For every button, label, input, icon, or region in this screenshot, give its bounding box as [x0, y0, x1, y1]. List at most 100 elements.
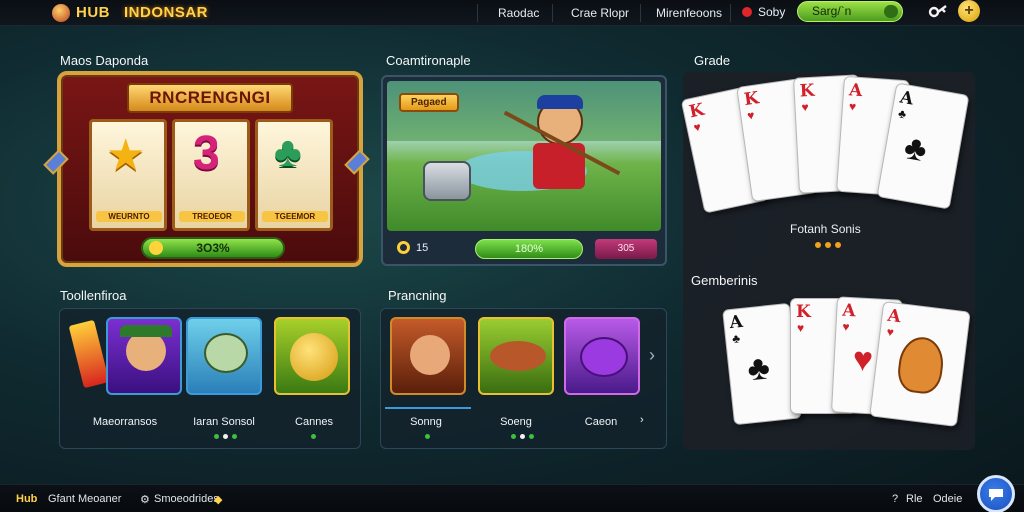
card-suit-icon: ♥ — [746, 107, 756, 123]
adventure-scene-image: Pagaed — [387, 81, 661, 231]
tournaments-panel-title: Toollenfiroa — [60, 288, 127, 303]
chat-support-button[interactable] — [977, 475, 1015, 512]
card-suit-icon: ♥ — [885, 324, 895, 340]
character-cap — [537, 95, 583, 109]
nav-link-mirenfeoons[interactable]: Mirenfeoons — [656, 6, 722, 20]
cards-top-label: Fotanh Sonis — [790, 222, 861, 236]
settings-icon[interactable]: ⚙ — [140, 493, 150, 506]
nav-divider — [477, 4, 478, 22]
creature-icon — [490, 341, 546, 371]
chevron-right-icon[interactable]: › — [649, 345, 655, 366]
star-symbol-icon: ★ — [106, 131, 146, 180]
card-center-suit-icon: ♣ — [745, 348, 772, 389]
card-rank: A — [728, 311, 744, 334]
game-tile-cannes[interactable] — [274, 317, 350, 395]
adventure-counter-value: 15 — [416, 241, 429, 254]
card-center-suit-icon: ♣ — [901, 128, 930, 170]
playing-card[interactable]: A ♥ — [869, 301, 971, 427]
adventure-play-button[interactable]: 180% — [475, 239, 583, 259]
slot-machine-card[interactable]: RNCRENGNGI ★ WEURNTO 3 TREOEOR ♣ TGEEMOR… — [43, 71, 370, 267]
coin-icon — [149, 241, 163, 255]
status-dots — [425, 434, 430, 439]
slot-reel: 3 TREOEOR — [172, 119, 250, 231]
nav-divider — [552, 4, 553, 22]
footer-link-left[interactable]: Gfant Meoaner — [48, 493, 121, 505]
logo[interactable]: HUB INDONSAR — [52, 3, 209, 22]
nav-link-raodac[interactable]: Raodac — [498, 6, 539, 20]
footer-link-mid[interactable]: Smoeodrides — [154, 493, 219, 505]
card-rank: K — [742, 88, 761, 111]
game-tile-iaran-sonsol[interactable] — [186, 317, 262, 395]
toggle-pill-button[interactable]: Sarg/`n — [797, 1, 903, 22]
adventure-footer: 15 180% 305 — [383, 235, 665, 264]
reel-label: TGEEMOR — [262, 211, 328, 222]
cards-bottom-title: Gemberinis — [691, 273, 758, 288]
slot-banner: RNCRENGNGI — [127, 83, 293, 113]
help-icon[interactable]: ? — [892, 493, 898, 505]
tile-label: Caeon — [584, 416, 618, 428]
monster-icon — [580, 337, 628, 377]
footer-brand[interactable]: Hub — [16, 493, 37, 505]
logo-brand-text: INDONSAR — [124, 4, 209, 21]
ring-icon — [397, 241, 410, 254]
spin-button-label: 3O3% — [196, 241, 230, 255]
spin-button[interactable]: 3O3% — [141, 237, 285, 259]
adventure-counter: 15 — [397, 241, 428, 254]
reel-label: WEURNTO — [96, 211, 162, 222]
card-rank: A — [841, 300, 857, 322]
adventure-panel-title: Coamtironaple — [386, 53, 471, 68]
active-indicator — [385, 407, 471, 409]
diamond-icon: ◆ — [214, 494, 223, 506]
logo-badge-icon — [52, 3, 70, 22]
slot-panel-title: Maos Daponda — [60, 53, 149, 68]
bucket-icon — [423, 161, 471, 201]
card-rank: K — [687, 99, 706, 123]
adventure-tag-badge: Pagaed — [399, 93, 459, 112]
card-rank: K — [799, 80, 816, 102]
card-suit-icon: ♥ — [692, 119, 703, 135]
card-suit-icon: ♥ — [801, 100, 810, 115]
ruby-balance[interactable]: Soby — [742, 5, 785, 19]
number-symbol-icon: 3 — [193, 127, 220, 180]
tile-label: Maeorransos — [92, 416, 158, 428]
coin-plus-icon[interactable]: + — [958, 0, 980, 22]
status-dots — [311, 434, 316, 439]
game-tile-maeorransos[interactable] — [106, 317, 182, 395]
card-suit-icon: ♣ — [731, 331, 741, 346]
key-icon[interactable] — [928, 2, 948, 22]
card-suit-icon: ♥ — [842, 319, 850, 335]
game-tile-sonng[interactable] — [390, 317, 466, 395]
toggle-pill-label: Sarg/`n — [812, 4, 852, 18]
creature-icon — [204, 333, 248, 373]
nav-link-crae-rlopr[interactable]: Crae Rlopr — [571, 6, 629, 20]
ruby-icon — [742, 7, 752, 17]
cat-mascot-icon — [895, 334, 947, 396]
bottom-bar: Hub Gfant Meoaner ⚙ Smoeodrides ◆ ? Rle … — [0, 484, 1024, 512]
chevron-small-icon[interactable]: › — [640, 414, 644, 426]
game-tile-caeon[interactable] — [564, 317, 640, 395]
character-icon — [410, 335, 450, 375]
card-center-suit-icon: ♥ — [851, 340, 874, 380]
nav-divider — [730, 4, 731, 22]
status-dots — [214, 434, 237, 439]
status-dots — [511, 434, 534, 439]
slot-reel: ♣ TGEEMOR — [255, 119, 333, 231]
tile-label: Iaran Sonsol — [193, 416, 255, 428]
reel-label: TREOEOR — [179, 211, 245, 222]
card-rank: K — [796, 302, 811, 322]
gold-coin-icon — [290, 333, 338, 381]
footer-link-right-a[interactable]: Rle — [906, 493, 923, 505]
trending-panel-title: Prancning — [388, 288, 447, 303]
footer-link-right-b[interactable]: Odeie — [933, 493, 962, 505]
adventure-game-card[interactable]: Pagaed 15 180% 305 — [381, 75, 667, 266]
logo-hub-text: HUB — [76, 4, 110, 21]
adventure-score-badge[interactable]: 305 — [595, 239, 657, 259]
tile-label: Sonng — [410, 416, 442, 428]
card-rank: A — [848, 80, 864, 102]
carousel-dots — [815, 242, 841, 248]
chat-bubble-icon — [989, 489, 1003, 501]
gem-left-icon — [43, 149, 69, 175]
card-suit-icon: ♥ — [848, 99, 857, 114]
game-tile-soeng[interactable] — [478, 317, 554, 395]
gem-right-icon — [344, 149, 370, 175]
